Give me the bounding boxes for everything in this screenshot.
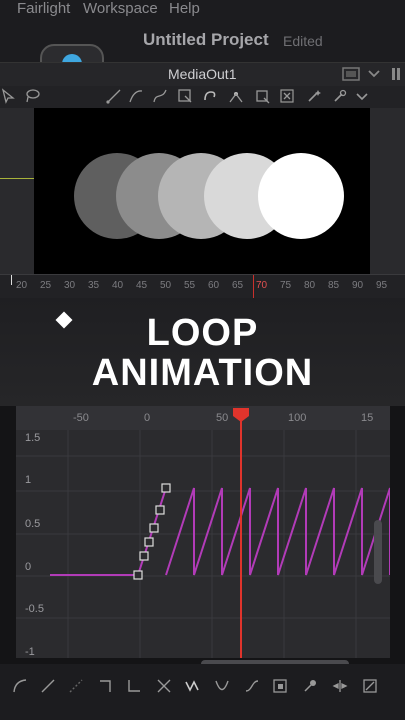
viewer-toolbar (0, 86, 405, 108)
spline-graph[interactable]: -50 0 50 100 15 1.5 1 0.5 0 -0.5 -1 (16, 406, 390, 668)
keyframe-point[interactable] (133, 570, 143, 580)
pointer-icon[interactable] (0, 88, 16, 104)
viewer-node-name: MediaOut1 (168, 66, 237, 82)
viewer-panel (0, 108, 405, 274)
spline-toolbar (0, 664, 405, 720)
reverse-icon[interactable] (156, 678, 172, 694)
warp-icon[interactable] (202, 88, 218, 104)
ease-icon[interactable] (244, 678, 260, 694)
bezier-icon[interactable] (106, 88, 122, 104)
ruler-tick-label: 75 (280, 280, 292, 291)
playhead-handle[interactable] (233, 408, 249, 422)
chevron-down-icon[interactable] (354, 88, 370, 104)
menu-item-help[interactable]: Help (169, 0, 200, 17)
ruler-tick-label: 90 (352, 280, 364, 291)
step-in-icon[interactable] (98, 678, 114, 694)
ruler-tick-label: 20 (16, 280, 28, 291)
ruler-tick-label: 30 (64, 280, 76, 291)
menu-item-workspace[interactable]: Workspace (83, 0, 158, 17)
ruler-tick-label: 85 (328, 280, 340, 291)
ruler-tick-label: 50 (160, 280, 172, 291)
loop-icon[interactable] (184, 678, 200, 694)
menu-item-fairlight[interactable]: Fairlight (17, 0, 70, 17)
bspline-icon[interactable] (152, 88, 168, 104)
viewer-options-icon[interactable] (342, 67, 360, 81)
timeline-ruler[interactable]: 20 25 30 35 40 45 50 55 60 65 70 75 80 85 90 95 (0, 274, 405, 299)
ruler-tick-label: 35 (88, 280, 100, 291)
keyframe-point[interactable] (161, 483, 171, 493)
spread-icon[interactable] (332, 678, 348, 694)
pingpong-icon[interactable] (214, 678, 230, 694)
viewer-header: MediaOut1 (0, 62, 405, 87)
pen-icon[interactable] (228, 88, 244, 104)
fit-icon[interactable] (362, 678, 378, 694)
select-box-icon[interactable] (272, 678, 288, 694)
viewer-canvas[interactable] (34, 108, 370, 274)
select-icon[interactable] (177, 88, 193, 104)
smooth-icon[interactable] (68, 678, 84, 694)
spline-curves[interactable] (16, 406, 390, 658)
overlay-title-line1: LOOP (146, 312, 259, 354)
edit-status: Edited (283, 33, 323, 49)
x-icon[interactable] (279, 88, 295, 104)
ruler-tick-label: 25 (40, 280, 52, 291)
timeline-playhead[interactable] (253, 275, 254, 299)
more-icon[interactable] (389, 67, 403, 81)
settings-icon[interactable] (332, 88, 348, 104)
crop-icon[interactable] (254, 88, 270, 104)
keyframe-point[interactable] (149, 523, 159, 533)
guide-line (0, 178, 34, 179)
keyframe-point[interactable] (139, 551, 149, 561)
keyframe-point[interactable] (144, 537, 154, 547)
ruler-tick-label: 65 (232, 280, 244, 291)
lasso-icon[interactable] (24, 88, 40, 104)
timeline-start-marker (11, 275, 12, 285)
menu-bar: Fairlight Workspace Help (0, 0, 405, 24)
ruler-tick-label: 55 (184, 280, 196, 291)
step-out-icon[interactable] (126, 678, 142, 694)
chevron-down-icon[interactable] (368, 69, 380, 79)
ruler-tick-label: 80 (304, 280, 316, 291)
ruler-tick-label: 95 (376, 280, 388, 291)
overlay-title-line2: ANIMATION (91, 352, 314, 394)
keyframe-point[interactable] (155, 505, 165, 515)
line-icon[interactable] (40, 678, 56, 694)
ruler-tick-label: 45 (136, 280, 148, 291)
graph-scrollbar-vertical[interactable] (374, 520, 382, 584)
project-title: Untitled Project (143, 30, 269, 49)
polyline-icon[interactable] (128, 88, 144, 104)
magic-icon[interactable] (306, 88, 322, 104)
ruler-tick-label: 40 (112, 280, 124, 291)
spline-ramp[interactable] (50, 487, 167, 576)
ruler-tick-label: 70 (256, 280, 268, 291)
circle-shape (258, 153, 344, 239)
ruler-tick-label: 60 (208, 280, 220, 291)
curve-icon[interactable] (12, 678, 28, 694)
key-icon[interactable] (302, 678, 318, 694)
